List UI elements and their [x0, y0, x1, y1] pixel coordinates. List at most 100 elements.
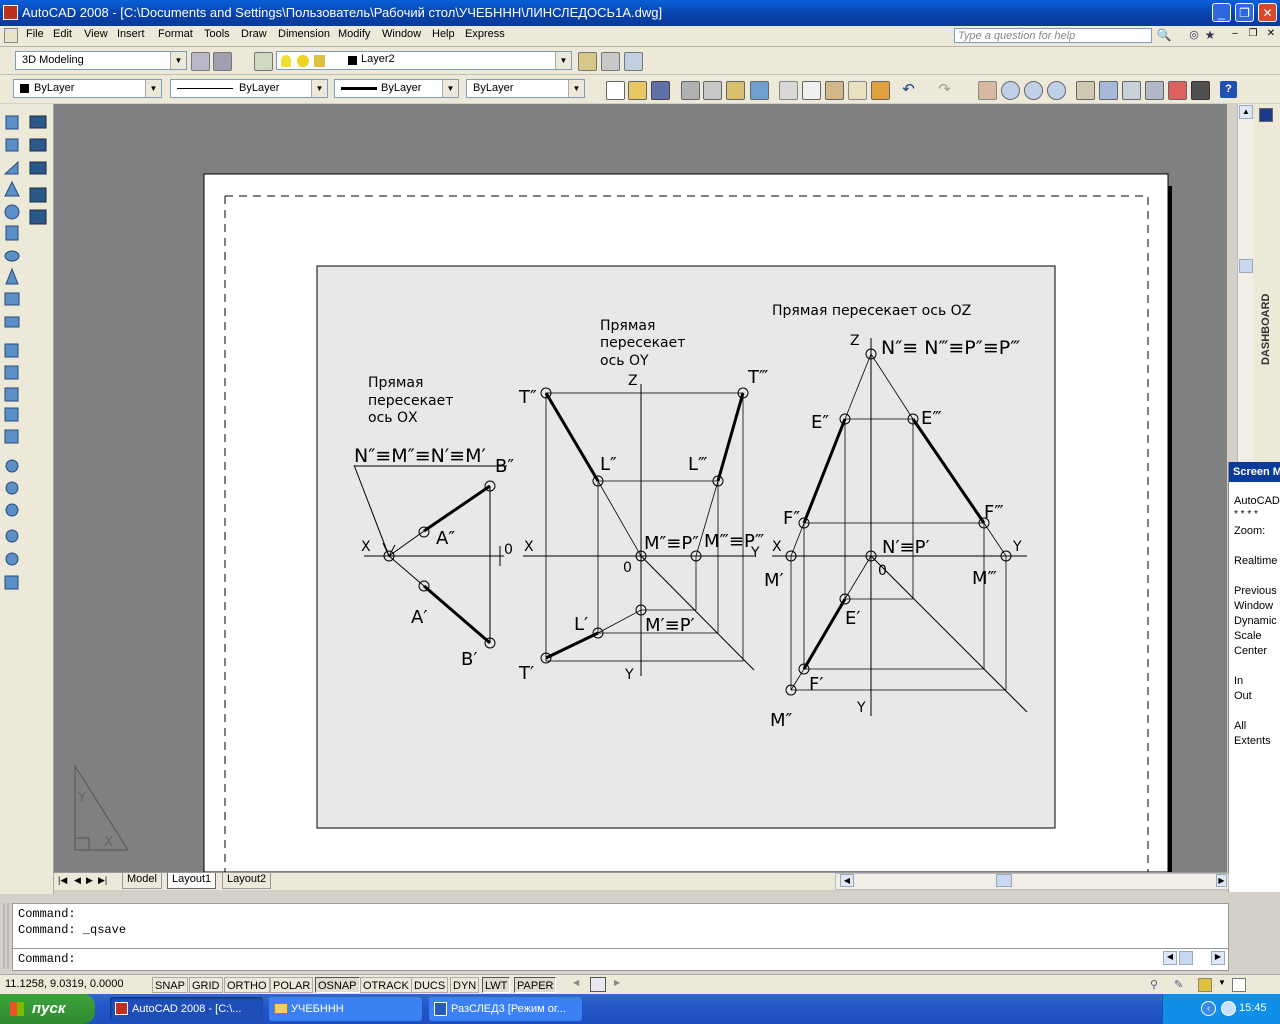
screen-menu-item[interactable]: Center — [1234, 645, 1267, 657]
status-menu-arrow[interactable]: ▼ — [1218, 978, 1228, 992]
markup-set-icon[interactable] — [1168, 81, 1187, 100]
annotation-icon[interactable]: ✎ — [1174, 978, 1188, 992]
zoom-realtime-icon[interactable] — [1001, 81, 1020, 100]
new-file-icon[interactable] — [606, 81, 625, 100]
command-window[interactable]: Command: Command: _qsave Command: ◀ ▶ — [12, 903, 1229, 971]
communication-icon[interactable]: ⚲ — [1150, 978, 1164, 992]
layer-manager-icon[interactable] — [254, 52, 273, 71]
start-button[interactable]: пуск — [0, 994, 95, 1024]
sheet-set-icon[interactable] — [1145, 81, 1164, 100]
cmd-scroll-thumb[interactable] — [1179, 951, 1193, 965]
menu-modify[interactable]: Modify — [338, 28, 370, 40]
screen-menu-item[interactable]: All — [1234, 720, 1246, 732]
drawing-canvas[interactable]: Прямая пересекает ось ОХ N″≡M″≡N′≡M′ B″ … — [54, 104, 1227, 872]
scroll-up-arrow[interactable]: ▲ — [1239, 105, 1253, 119]
favorites-star-icon[interactable]: ★ — [1203, 28, 1217, 43]
screen-menu-item[interactable]: Zoom: — [1234, 525, 1265, 537]
autocad-app-icon[interactable] — [3, 5, 18, 20]
menu-express[interactable]: Express — [465, 28, 505, 40]
linetype-dropdown[interactable]: ByLayer ▼ — [170, 79, 328, 98]
layer-previous-icon[interactable] — [601, 52, 620, 71]
menu-help[interactable]: Help — [432, 28, 455, 40]
toggle-polar[interactable]: POLAR — [270, 977, 314, 993]
drawing-svg[interactable]: Прямая пересекает ось ОХ N″≡M″≡N′≡M′ B″ … — [54, 104, 1227, 872]
zoom-window-icon[interactable] — [1024, 81, 1043, 100]
workspace-dropdown[interactable]: 3D Modeling ▼ — [15, 51, 187, 70]
workspace-settings-icon[interactable] — [191, 52, 210, 71]
menu-dimension[interactable]: Dimension — [278, 28, 330, 40]
menu-insert[interactable]: Insert — [117, 28, 145, 40]
menu-file[interactable]: File — [26, 28, 44, 40]
screen-menu-item[interactable]: Out — [1234, 690, 1252, 702]
toolbar-lock-icon[interactable] — [1198, 978, 1212, 992]
minimize-button[interactable]: _ — [1212, 3, 1231, 22]
hscroll-thumb[interactable] — [996, 874, 1012, 887]
dashboard-panel[interactable]: DASHBOARD — [1253, 104, 1280, 464]
save-icon[interactable] — [651, 81, 670, 100]
command-input-prompt[interactable]: Command: — [18, 952, 76, 966]
task-autocad[interactable]: AutoCAD 2008 - [C:\... — [110, 997, 263, 1021]
network-icon[interactable] — [1221, 1001, 1236, 1016]
document-icon[interactable] — [4, 28, 18, 43]
publish-icon[interactable] — [726, 81, 745, 100]
tab-layout2[interactable]: Layout2 — [222, 873, 272, 889]
scroll-thumb[interactable] — [1239, 259, 1253, 273]
dashboard-icon[interactable] — [1259, 108, 1273, 122]
modeling-toolbar-icons[interactable] — [0, 104, 53, 894]
tab-nav-first[interactable]: |◀ — [58, 875, 67, 886]
layer-properties-combo[interactable]: Layer2 ▼ — [276, 51, 572, 70]
match-properties-icon[interactable] — [848, 81, 867, 100]
toggle-lwt[interactable]: LWT — [482, 977, 511, 993]
cmd-scroll-left[interactable]: ◀ — [1163, 951, 1177, 965]
clock[interactable]: 15:45 — [1239, 1002, 1267, 1014]
horizontal-scrollbar[interactable]: ◀ ▶ — [835, 873, 1229, 890]
tab-layout1[interactable]: Layout1 — [167, 873, 217, 889]
zoom-previous-icon[interactable] — [1047, 81, 1066, 100]
coordinate-readout[interactable]: 11.1258, 9.0319, 0.0000 — [5, 978, 123, 990]
paste-icon[interactable] — [825, 81, 844, 100]
doc-minimize-button[interactable]: – — [1228, 28, 1242, 42]
design-center-icon[interactable] — [1099, 81, 1118, 100]
plotstyle-dropdown[interactable]: ByLayer ▼ — [466, 79, 585, 98]
tab-nav-prev[interactable]: ◀ — [74, 875, 81, 886]
screen-menu-item[interactable]: In — [1234, 675, 1243, 687]
lineweight-dropdown[interactable]: ByLayer ▼ — [334, 79, 459, 98]
screen-menu-item[interactable]: Scale — [1234, 630, 1262, 642]
toggle-ortho[interactable]: ORTHO — [224, 977, 270, 993]
color-dropdown[interactable]: ByLayer ▼ — [13, 79, 162, 98]
toggle-otrack[interactable]: OTRACK — [360, 977, 412, 993]
toggle-snap[interactable]: SNAP — [152, 977, 188, 993]
viewport-scroll-right[interactable]: ▶ — [614, 978, 624, 992]
pan-icon[interactable] — [978, 81, 997, 100]
3d-dwf-icon[interactable] — [750, 81, 769, 100]
doc-close-button[interactable]: ✕ — [1264, 28, 1278, 42]
tool-palettes-icon[interactable] — [1122, 81, 1141, 100]
doc-restore-button[interactable]: ❐ — [1246, 28, 1260, 42]
screen-menu-item[interactable]: * * * * — [1234, 509, 1258, 520]
scroll-left-arrow[interactable]: ◀ — [840, 874, 854, 887]
redo-icon[interactable]: ↷ — [936, 81, 953, 98]
toggle-dyn[interactable]: DYN — [450, 977, 480, 993]
plot-icon[interactable] — [681, 81, 700, 100]
tray-expand-icon[interactable]: ‹ — [1201, 1001, 1216, 1016]
toggle-grid[interactable]: GRID — [189, 977, 223, 993]
cut-icon[interactable] — [779, 81, 798, 100]
menu-draw[interactable]: Draw — [241, 28, 267, 40]
clean-screen-icon[interactable] — [1232, 978, 1246, 992]
screen-menu-item[interactable]: Window — [1234, 600, 1273, 612]
help-search-input[interactable]: Type a question for help — [954, 28, 1152, 43]
open-file-icon[interactable] — [628, 81, 647, 100]
vertical-scrollbar[interactable]: ▲ — [1237, 104, 1254, 464]
task-folder[interactable]: УЧЕБННН — [269, 997, 422, 1021]
maximize-button[interactable]: ❐ — [1235, 3, 1254, 22]
calculator-icon[interactable] — [1191, 81, 1210, 100]
plot-preview-icon[interactable] — [703, 81, 722, 100]
properties-icon[interactable] — [1076, 81, 1095, 100]
block-editor-icon[interactable] — [871, 81, 890, 100]
menu-view[interactable]: View — [84, 28, 108, 40]
menu-edit[interactable]: Edit — [53, 28, 72, 40]
copy-icon[interactable] — [802, 81, 821, 100]
menu-tools[interactable]: Tools — [204, 28, 230, 40]
make-layer-current-icon[interactable] — [578, 52, 597, 71]
screen-menu-item[interactable]: Extents — [1234, 735, 1271, 747]
